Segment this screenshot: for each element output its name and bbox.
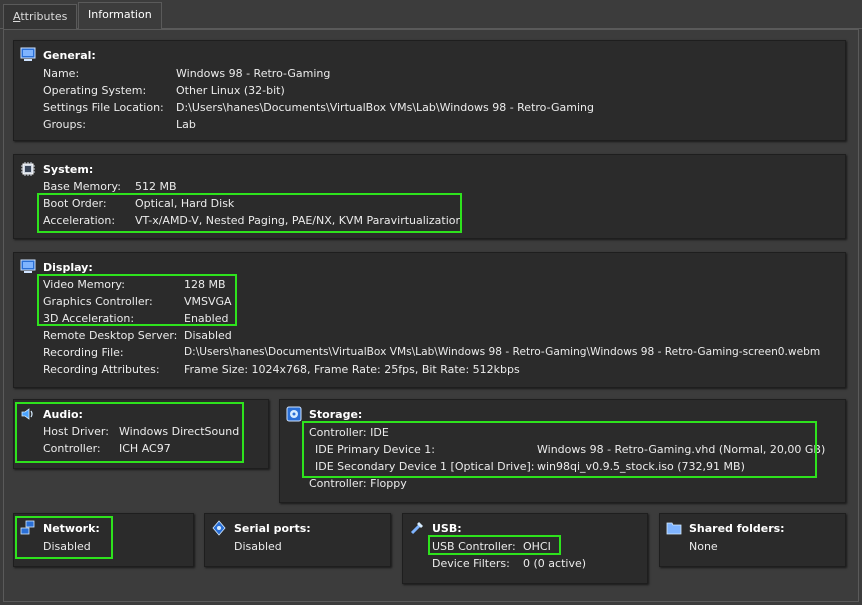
tab-bar: Attributes Information — [0, 0, 862, 30]
general-groups-value: Lab — [176, 118, 196, 131]
audio-host-driver-value: Windows DirectSound — [119, 425, 240, 438]
system-title: System: — [43, 163, 94, 176]
system-acceleration-label: Acceleration: — [43, 214, 116, 227]
serial-title: Serial ports: — [234, 522, 311, 535]
display-recording-attributes-value: Frame Size: 1024x768, Frame Rate: 25fps,… — [184, 363, 520, 376]
serial-panel: Serial ports: Disabled — [204, 513, 391, 567]
storage-ide-primary-value: Windows 98 - Retro-Gaming.vhd (Normal, 2… — [537, 443, 826, 456]
storage-controller-ide: Controller: IDE — [309, 426, 389, 439]
usb-controller-label: USB Controller: — [432, 540, 516, 553]
folder-icon — [666, 522, 682, 535]
audio-controller-value: ICH AC97 — [119, 442, 171, 455]
usb-device-filters-value: 0 (0 active) — [523, 557, 587, 570]
shared-folders-title: Shared folders: — [689, 522, 785, 535]
speaker-icon — [21, 408, 33, 420]
display-remote-desktop-value: Disabled — [184, 329, 232, 342]
display-recording-file-label: Recording File: — [43, 346, 124, 359]
tab-attributes[interactable]: Attributes — [3, 4, 78, 29]
display-monitor-icon — [20, 259, 36, 273]
general-os-value: Other Linux (32-bit) — [176, 84, 285, 97]
general-name-value: Windows 98 - Retro-Gaming — [176, 67, 331, 80]
storage-ide-secondary-label: IDE Secondary Device 1 [Optical Drive]: — [315, 460, 535, 473]
display-recording-attributes-label: Recording Attributes: — [43, 363, 160, 376]
disk-icon — [286, 406, 302, 422]
general-settings-file-value: D:\Users\hanes\Documents\VirtualBox VMs\… — [176, 101, 594, 114]
general-title: General: — [43, 49, 96, 62]
storage-title: Storage: — [309, 408, 363, 421]
general-groups-label: Groups: — [43, 118, 86, 131]
audio-controller-label: Controller: — [43, 442, 101, 455]
system-base-memory-value: 512 MB — [135, 180, 177, 193]
storage-controller-floppy: Controller: Floppy — [309, 477, 407, 490]
system-boot-order-value: Optical, Hard Disk — [135, 197, 235, 210]
display-graphics-controller-label: Graphics Controller: — [43, 295, 153, 308]
network-panel: Network: Disabled — [13, 513, 194, 567]
general-os-label: Operating System: — [43, 84, 147, 97]
serial-value: Disabled — [234, 540, 282, 553]
display-graphics-controller-value: VMSVGA — [184, 295, 232, 308]
usb-controller-value: OHCI — [523, 540, 551, 553]
display-3d-acceleration-value: Enabled — [184, 312, 229, 325]
display-video-memory-label: Video Memory: — [43, 278, 125, 291]
system-base-memory-label: Base Memory: — [43, 180, 121, 193]
display-panel: Display: Video Memory: 128 MB Graphics Co… — [13, 252, 846, 388]
audio-panel: Audio: Host Driver: Windows DirectSound C… — [13, 399, 269, 469]
display-title: Display: — [43, 261, 93, 274]
shared-folders-value: None — [689, 540, 718, 553]
audio-title: Audio: — [43, 408, 83, 421]
shared-folders-panel: Shared folders: None — [659, 513, 846, 567]
network-icon — [20, 520, 35, 535]
tab-information-label: Information — [88, 8, 152, 21]
audio-host-driver-label: Host Driver: — [43, 425, 109, 438]
serial-port-icon — [212, 520, 226, 536]
network-value: Disabled — [43, 540, 91, 553]
general-name-label: Name: — [43, 67, 80, 80]
display-recording-file-value: D:\Users\hanes\Documents\VirtualBox VMs\… — [184, 346, 821, 358]
network-title: Network: — [43, 522, 100, 535]
general-panel: General: Name: Windows 98 - Retro-Gaming … — [13, 40, 846, 141]
usb-panel: USB: USB Controller: OHCI Device Filters:… — [402, 513, 648, 584]
system-panel: System: Base Memory: 512 MB Boot Order: Op… — [13, 154, 846, 239]
usb-device-filters-label: Device Filters: — [432, 557, 510, 570]
storage-panel: Storage: Controller: IDE IDE Primary Dev… — [279, 399, 846, 503]
display-3d-acceleration-label: 3D Acceleration: — [43, 312, 135, 325]
usb-icon — [410, 522, 423, 535]
display-remote-desktop-label: Remote Desktop Server: — [43, 329, 178, 342]
display-video-memory-value: 128 MB — [184, 278, 226, 291]
monitor-icon — [20, 47, 36, 61]
tab-attributes-label: ttributes — [20, 10, 68, 23]
system-acceleration-value: VT-x/AMD-V, Nested Paging, PAE/NX, KVM P… — [135, 214, 463, 227]
chip-icon — [21, 162, 35, 176]
usb-title: USB: — [432, 522, 462, 535]
system-boot-order-label: Boot Order: — [43, 197, 107, 210]
general-settings-file-label: Settings File Location: — [43, 101, 164, 114]
storage-ide-secondary-value: win98qi_v0.9.5_stock.iso (732,91 MB) — [537, 460, 745, 473]
tab-information[interactable]: Information — [78, 2, 162, 30]
storage-ide-primary-label: IDE Primary Device 1: — [315, 443, 435, 456]
